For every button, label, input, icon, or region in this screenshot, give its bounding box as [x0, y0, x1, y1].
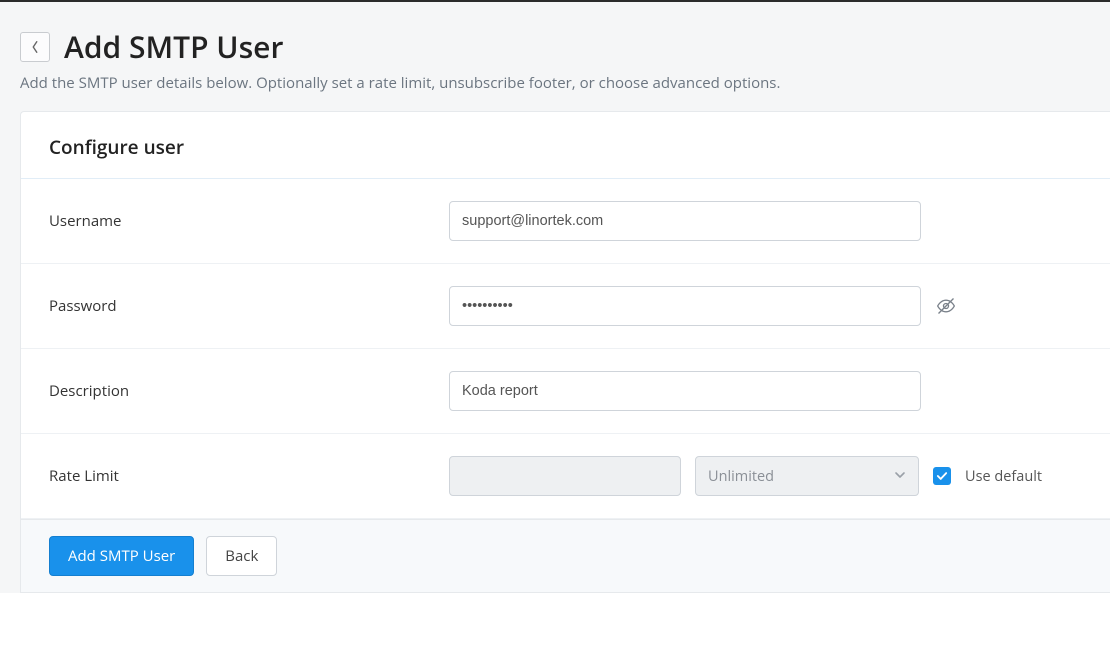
row-username: Username	[21, 179, 1110, 264]
use-default-checkbox[interactable]	[933, 467, 951, 485]
rate-limit-value-input	[449, 456, 681, 496]
eye-off-icon	[936, 296, 956, 316]
row-rate-limit: Rate Limit Unlimited Use default	[21, 434, 1110, 519]
chevron-down-icon	[894, 467, 906, 486]
configure-user-panel: Configure user Username Password	[20, 111, 1110, 593]
back-button[interactable]	[20, 32, 50, 62]
back-footer-button[interactable]: Back	[206, 536, 277, 576]
page-title: Add SMTP User	[64, 30, 283, 63]
label-password: Password	[49, 296, 449, 316]
page-subtitle: Add the SMTP user details below. Optiona…	[20, 73, 1090, 93]
label-description: Description	[49, 381, 449, 401]
toggle-password-visibility[interactable]	[935, 295, 957, 317]
page-header: Add SMTP User Add the SMTP user details …	[0, 2, 1110, 111]
label-rate-limit: Rate Limit	[49, 466, 449, 486]
rate-limit-unit-selected: Unlimited	[708, 467, 774, 486]
label-username: Username	[49, 211, 449, 231]
check-icon	[936, 471, 948, 481]
description-input[interactable]	[449, 371, 921, 411]
add-smtp-user-button[interactable]: Add SMTP User	[49, 536, 194, 576]
rate-limit-unit-select: Unlimited	[695, 456, 919, 496]
panel-section-title: Configure user	[21, 112, 1110, 179]
use-default-label: Use default	[965, 467, 1042, 486]
back-footer-button-label: Back	[225, 546, 258, 566]
chevron-left-icon	[30, 40, 40, 54]
row-description: Description	[21, 349, 1110, 434]
add-smtp-user-button-label: Add SMTP User	[68, 546, 175, 566]
row-password: Password	[21, 264, 1110, 349]
password-input[interactable]	[449, 286, 921, 326]
panel-footer: Add SMTP User Back	[21, 519, 1110, 592]
username-input[interactable]	[449, 201, 921, 241]
